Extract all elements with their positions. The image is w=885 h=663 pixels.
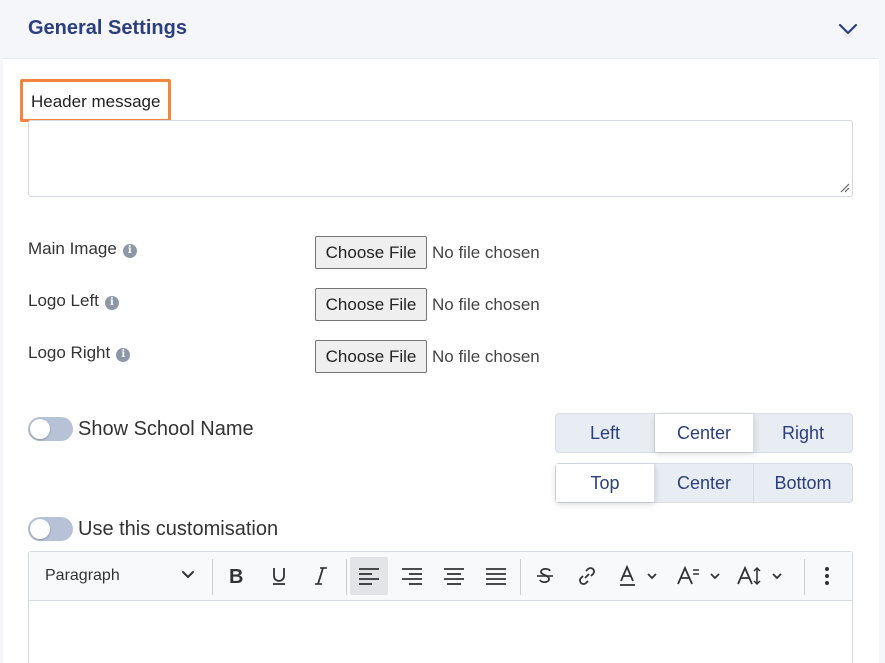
vertical-ellipsis-icon [825,567,829,585]
logo-left-label-text: Logo Left [28,291,99,310]
font-color-icon [620,565,657,586]
show-school-name-toggle[interactable] [28,417,73,441]
font-color-button[interactable] [616,557,664,595]
general-settings-header[interactable]: General Settings [3,0,879,59]
align-center-button[interactable] [441,557,467,595]
panel-title: General Settings [28,17,187,39]
align-right-option[interactable]: Right [754,414,852,452]
bold-button[interactable]: B [225,557,249,595]
main-image-file-status: No file chosen [432,243,540,262]
link-button[interactable] [574,557,600,595]
logo-left-label: Logo Left i [28,291,119,311]
strikethrough-icon [537,567,553,584]
logo-right-choose-file-button[interactable]: Choose File [315,340,427,373]
logo-left-file-status: No file chosen [432,295,540,314]
bold-icon: B [229,566,243,586]
main-image-label-text: Main Image [28,239,117,258]
header-message-label: Header message [31,92,161,111]
font-size-button[interactable] [675,557,725,595]
align-left-option[interactable]: Left [556,414,655,452]
logo-right-file-status: No file chosen [432,347,540,366]
toggle-knob [30,519,50,539]
logo-left-choose-file-button[interactable]: Choose File [315,288,427,321]
info-icon[interactable]: i [116,348,131,362]
underline-button[interactable] [267,557,291,595]
align-middle-option[interactable]: Center [655,464,754,502]
align-right-icon [402,568,422,585]
toolbar-divider [346,559,347,595]
show-school-name-label: Show School Name [78,418,254,440]
info-icon[interactable]: i [104,296,119,310]
main-image-choose-file-button[interactable]: Choose File [315,236,427,269]
main-image-label: Main Image i [28,239,137,259]
info-icon[interactable]: i [122,244,137,258]
more-options-button[interactable] [817,557,837,595]
justify-icon [486,568,506,585]
horizontal-align-group: Left Center Right [555,413,853,453]
align-top-option[interactable]: Top [556,464,655,502]
chevron-down-icon[interactable] [838,22,858,36]
toggle-knob [30,419,50,439]
font-size-icon [677,565,720,585]
chevron-down-icon[interactable] [181,570,195,580]
use-customisation-toggle[interactable] [28,517,73,541]
vertical-align-group: Top Center Bottom [555,463,853,503]
strikethrough-button[interactable] [532,557,558,595]
underline-icon [273,568,285,585]
align-left-icon [359,568,379,585]
use-customisation-label: Use this customisation [78,518,279,540]
logo-right-label: Logo Right i [28,343,131,363]
logo-right-label-text: Logo Right [28,343,111,362]
header-message-input[interactable] [28,120,853,197]
header-message-label-highlight: Header message [20,79,171,122]
italic-icon [315,567,327,585]
svg-text:B: B [229,566,243,586]
toolbar-divider [520,559,521,595]
align-bottom-option[interactable]: Bottom [754,464,852,502]
text-size-button[interactable] [735,557,787,595]
justify-button[interactable] [483,557,509,595]
align-right-button[interactable] [399,557,425,595]
left-frame [0,0,3,663]
align-left-button[interactable] [350,557,388,595]
toolbar-divider [212,559,213,595]
editor-toolbar: Paragraph B [29,552,852,601]
block-format-select[interactable]: Paragraph [45,567,120,585]
rich-text-editor[interactable]: Paragraph B [28,551,853,663]
align-center-option[interactable]: Center [655,414,754,452]
resize-handle-icon[interactable] [838,181,850,193]
align-center-icon [444,568,464,585]
text-height-icon [737,565,782,586]
link-icon [579,567,595,585]
toolbar-divider [804,559,805,595]
right-frame [879,0,885,663]
italic-button[interactable] [309,557,333,595]
